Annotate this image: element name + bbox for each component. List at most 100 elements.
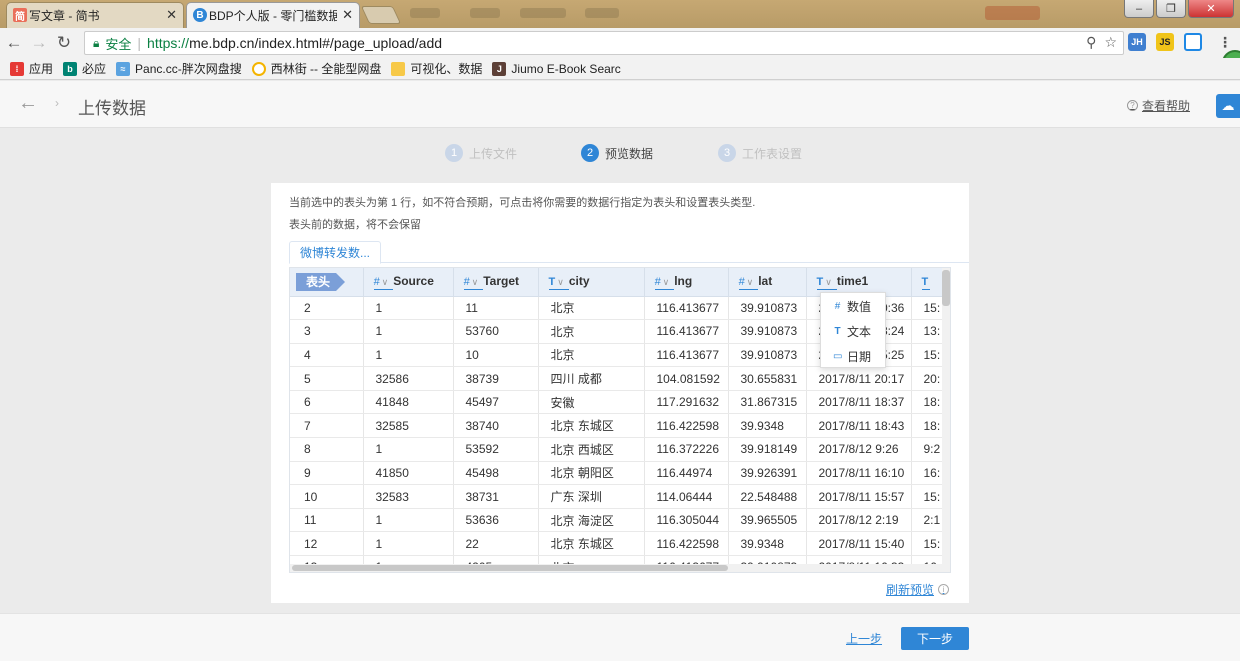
table-cell: 22.548488	[728, 484, 807, 509]
table-row[interactable]: 11 1 53636 北京 海淀区 116.305044 39.965505 2017/8/…	[290, 508, 950, 533]
text-type-icon: T	[548, 275, 556, 288]
forward-arrow-icon[interactable]: →	[28, 33, 50, 53]
refresh-preview-link[interactable]: 刷新预览 i	[886, 581, 949, 598]
column-type-dropdown: # 数值 T 文本 ▭ 日期	[820, 292, 886, 368]
bookmark-bing[interactable]: b 必应	[63, 60, 106, 77]
bookmark-star-icon[interactable]: ☆	[1104, 34, 1117, 51]
table-cell: 30.655831	[728, 366, 807, 391]
jh-extension-icon[interactable]: JH	[1128, 33, 1146, 51]
scrollbar-thumb[interactable]	[942, 270, 950, 306]
table-cell: 116.422598	[644, 531, 729, 557]
scrollbar-thumb[interactable]	[292, 565, 728, 571]
type-option-date[interactable]: ▭ 日期	[821, 345, 885, 368]
bookmark-jiumo[interactable]: J Jiumo E-Book Searc	[492, 61, 621, 76]
number-type-icon: #	[373, 275, 380, 288]
type-selector[interactable]: # ∨	[738, 274, 759, 290]
help-link[interactable]: ? 查看帮助	[1126, 97, 1190, 114]
vertical-scrollbar[interactable]	[942, 268, 950, 572]
chevron-down-icon: ∨	[825, 276, 832, 287]
table-cell: 39.9348	[728, 531, 807, 557]
bookmark-folder-visualization[interactable]: 可视化、数据	[391, 60, 482, 77]
table-cell: 11	[453, 296, 539, 321]
option-label: 日期	[847, 350, 872, 364]
table-cell: 32586	[363, 366, 454, 391]
url-bar[interactable]: 🔒︎ 安全 | https:// me.bdp.cn/index.html#/p…	[84, 31, 1124, 55]
omnibox-actions: ⚲ ☆	[1086, 34, 1117, 51]
table-row[interactable]: 12 1 22 北京 东城区 116.422598 39.9348 2017/8/11 15…	[290, 531, 950, 557]
type-option-text[interactable]: T 文本	[821, 320, 885, 343]
back-arrow-icon[interactable]: ←	[18, 92, 38, 115]
chevron-down-icon: ∨	[746, 276, 754, 287]
column-header[interactable]: # ∨ Source	[363, 268, 454, 297]
column-header[interactable]: # ∨ Target	[453, 268, 539, 297]
column-name: city	[568, 273, 590, 288]
wizard-footer: 上一步 下一步	[0, 613, 1240, 661]
type-option-number[interactable]: # 数值	[821, 295, 885, 318]
table-cell: 2017/8/12 9:26	[806, 437, 912, 462]
js-extension-icon[interactable]: JS	[1156, 33, 1174, 51]
type-selector[interactable]: # ∨	[373, 274, 394, 290]
previous-step-button[interactable]: 上一步	[846, 630, 882, 647]
folder-icon	[391, 61, 406, 76]
table-row[interactable]: 10 32583 38731 广东 深圳 114.06444 22.548488 2017/…	[290, 484, 950, 509]
table-cell: 32583	[363, 484, 454, 509]
table-cell: 1	[363, 508, 454, 533]
type-selector[interactable]: T	[921, 274, 931, 290]
table-cell: 39.910873	[728, 296, 807, 321]
table-row[interactable]: 6 41848 45497 安徽 117.291632 31.867315 2017/8/1…	[290, 390, 950, 415]
row-number-cell: 2	[290, 296, 364, 321]
table-cell: 117.291632	[644, 390, 729, 415]
table-cell: 39.965505	[728, 508, 807, 533]
zoom-icon[interactable]: ⚲	[1086, 34, 1096, 51]
table-row[interactable]: 5 32586 38739 四川 成都 104.081592 30.655831 2017/…	[290, 366, 950, 391]
close-tab-icon[interactable]: ✕	[166, 7, 177, 23]
header-row-note: 当前选中的表头为第 1 行，如不符合预期，可点击将你需要的数据行指定为表头和设置…	[289, 197, 756, 209]
close-tab-icon[interactable]: ✕	[342, 7, 353, 23]
restore-icon[interactable]: ❐	[1156, 0, 1186, 18]
bookmark-apps[interactable]: ⁞ 应用	[10, 60, 53, 77]
minimize-icon[interactable]: –	[1124, 0, 1154, 18]
step-number: 3	[718, 144, 736, 162]
customer-service-icon[interactable]: ☁	[1216, 94, 1240, 118]
table-cell: 116.44974	[644, 461, 729, 486]
table-cell: 53592	[453, 437, 539, 462]
browser-tab-jianshu[interactable]: 简 写文章 - 简书 ✕	[6, 2, 184, 28]
help-label: 查看帮助	[1141, 99, 1190, 113]
table-cell: 2017/8/12 2:19	[806, 508, 912, 533]
bookmark-panc[interactable]: ≈ Panc.cc-胖次网盘搜	[116, 60, 242, 77]
type-selector[interactable]: T ∨	[816, 274, 837, 290]
step-sheet-settings: 3 工作表设置	[718, 144, 802, 162]
row-number-cell: 7	[290, 413, 364, 439]
bookmark-label: Panc.cc-胖次网盘搜	[135, 62, 242, 76]
new-tab-button[interactable]	[360, 6, 402, 24]
sheet-tab-weibo[interactable]: 微博转发数...	[289, 241, 382, 264]
back-arrow-icon[interactable]: ←	[3, 33, 25, 53]
next-step-button[interactable]: 下一步	[901, 627, 969, 650]
window-close-icon[interactable]: ✕	[1188, 0, 1234, 18]
reload-icon[interactable]: ↻	[53, 33, 75, 53]
question-icon: ?	[1126, 100, 1138, 111]
cast-extension-icon[interactable]	[1184, 33, 1202, 51]
column-header[interactable]: # ∨ lng	[644, 268, 729, 297]
type-selector[interactable]: # ∨	[654, 274, 675, 290]
type-selector[interactable]: # ∨	[463, 274, 484, 290]
type-selector[interactable]: T ∨	[548, 274, 569, 290]
number-type-icon: #	[463, 275, 470, 288]
row-number-cell: 3	[290, 319, 364, 344]
column-header[interactable]: T ∨ city	[538, 268, 645, 297]
table-row[interactable]: 7 32585 38740 北京 东城区 116.422598 39.9348 2017/8…	[290, 413, 950, 439]
secure-label: 安全	[105, 36, 132, 52]
browser-menu-icon[interactable]: ⋮	[1218, 34, 1232, 51]
browser-tab-bdp[interactable]: B BDP个人版 - 零门槛数据 ✕	[186, 2, 360, 28]
column-header[interactable]: # ∨ lat	[728, 268, 807, 297]
table-cell: 安徽	[538, 390, 645, 415]
row-number-cell: 4	[290, 343, 364, 368]
table-cell: 45498	[453, 461, 539, 486]
bdp-icon: B	[193, 8, 207, 22]
table-cell: 116.413677	[644, 319, 729, 344]
table-row[interactable]: 9 41850 45498 北京 朝阳区 116.44974 39.926391 2017/…	[290, 461, 950, 486]
horizontal-scrollbar[interactable]	[290, 564, 950, 572]
step-number: 1	[445, 144, 463, 162]
table-row[interactable]: 8 1 53592 北京 西城区 116.372226 39.918149 2017/8/1…	[290, 437, 950, 462]
bookmark-xilinjie[interactable]: 西林街 -- 全能型网盘	[251, 60, 381, 77]
